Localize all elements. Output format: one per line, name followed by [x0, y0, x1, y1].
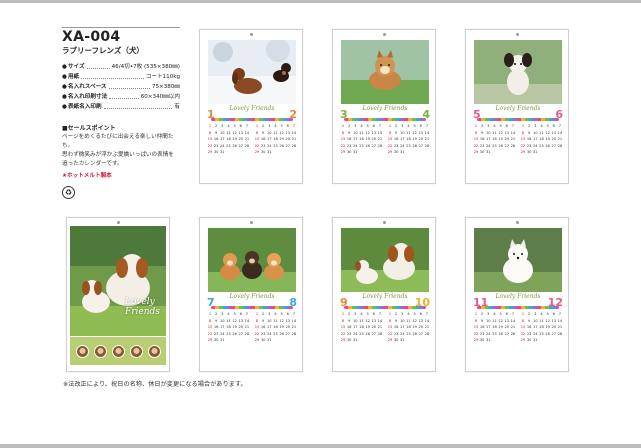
dog-photo: [208, 228, 296, 292]
thumbnail: [93, 344, 107, 358]
series-logo: Lovely Friends: [229, 293, 275, 300]
day-grid-right: 1 2 3 4 5 6 7 8 9 10 11 12 13 14 15 16 17 18 19 20 21 22 23 24 2…: [520, 124, 563, 154]
spec-list: ● サイズ 46/4切•7枚 (535×380㎜) ● 用紙 コート110kg ● 名入れ…: [62, 62, 180, 112]
day-grids: 1 2 3 4 5 6 7 8 9 10 11 12 13 14 15 16 17 18 19 20 21 22 23 24 2…: [340, 311, 430, 344]
month-calendar: Lovely Friends 9 10 1 2 3 4 5 6 7 8 9 10 11 12 13 14 1…: [340, 294, 430, 366]
calendar-page: Lovely Friends 1 2 1 2 3 4 5 6 7 8 9 10 11 12 13 14 15…: [199, 29, 303, 184]
hanging-hole: [382, 221, 386, 224]
product-info: XA-004 ラブリーフレンズ（犬） ● サイズ 46/4切•7枚 (535×380…: [62, 27, 180, 199]
hanging-hole: [515, 33, 519, 36]
eco-mark-icon: ♻: [62, 186, 75, 199]
calendar-page: Lovely Friends 9 10 1 2 3 4 5 6 7 8 9 10 11 12 13 14 1…: [332, 217, 436, 372]
hanging-hole: [382, 33, 386, 36]
day-grid-right: 1 2 3 4 5 6 7 8 9 10 11 12 13 14 15 16 17 18 19 20 21 22 23 24 2…: [387, 312, 430, 342]
month-right: 10: [414, 296, 430, 309]
cover-photo: [70, 226, 166, 336]
dog-photo: [474, 40, 562, 104]
decor-strip: [477, 118, 559, 121]
calendar-page: Lovely Friends 11 12 1 2 3 4 5 6 7 8 9 10 11 12 13 14…: [465, 217, 569, 372]
sales-text: ページをめくるたびに出会える楽しい仲間たち。 思わず微笑みが浮かぶ愛嬌いっぱいの…: [62, 133, 182, 169]
day-grid-left: 1 2 3 4 5 6 7 8 9 10 11 12 13 14 15 16 17 18 19 20 21 22 23 24 2…: [340, 312, 383, 342]
day-grids: 1 2 3 4 5 6 7 8 9 10 11 12 13 14 15 16 17 18 19 20 21 22 23 24 2…: [473, 311, 563, 344]
cover-title-line: Friends: [125, 307, 160, 317]
day-grid-left: 1 2 3 4 5 6 7 8 9 10 11 12 13 14 15 16 17 18 19 20 21 22 23 24 2…: [340, 124, 383, 154]
spec-cover-print: ● 表紙名入印刷有: [62, 104, 180, 110]
month-calendar: Lovely Friends 3 4 1 2 3 4 5 6 7 8 9 10 11 12 13 14 15…: [340, 106, 430, 178]
bottom-border: [0, 444, 641, 448]
month-calendar: Lovely Friends 7 8 1 2 3 4 5 6 7 8 9 10 11 12 13 14 15…: [207, 294, 297, 366]
day-grid-left: 1 2 3 4 5 6 7 8 9 10 11 12 13 14 15 16 17 18 19 20 21 22 23 24 2…: [473, 312, 516, 342]
spec-print-size: ● 名入れ印刷寸法 60×340㎜以内: [62, 94, 180, 100]
day-grid-right: 1 2 3 4 5 6 7 8 9 10 11 12 13 14 15 16 17 18 19 20 21 22 23 24 2…: [520, 312, 563, 342]
dog-photo: [341, 40, 429, 104]
month-left: 11: [473, 296, 489, 309]
cover-title: Lovely Friends: [125, 297, 160, 317]
thumbnail: [111, 344, 125, 358]
spec-paper: ● 用紙 コート110kg: [62, 74, 180, 80]
month-calendar: Lovely Friends 1 2 1 2 3 4 5 6 7 8 9 10 11 12 13 14 15…: [207, 106, 297, 178]
hanging-hole: [116, 221, 120, 224]
month-right: 4: [422, 108, 430, 121]
cover-title-line: Lovely: [125, 297, 155, 307]
series-logo: Lovely Friends: [495, 105, 541, 112]
day-grid-left: 1 2 3 4 5 6 7 8 9 10 11 12 13 14 15 16 17 18 19 20 21 22 23 24 2…: [473, 124, 516, 154]
spec-name-space: ● 名入れスペース 75×380㎜: [62, 84, 180, 90]
spec-size: ● サイズ 46/4切•7枚 (535×380㎜): [62, 64, 180, 70]
cover-thumbnails: [70, 337, 166, 365]
series-logo: Lovely Friends: [229, 105, 275, 112]
day-grid-right: 1 2 3 4 5 6 7 8 9 10 11 12 13 14 15 16 17 18 19 20 21 22 23 24 2…: [254, 312, 297, 342]
decor-strip: [211, 118, 293, 121]
month-left: 3: [340, 108, 348, 121]
decor-strip: [477, 306, 559, 309]
month-left: 7: [207, 296, 215, 309]
series-logo: Lovely Friends: [495, 293, 541, 300]
month-calendar: Lovely Friends 5 6 1 2 3 4 5 6 7 8 9 10 11 12 13 14 15…: [473, 106, 563, 178]
hanging-hole: [249, 33, 253, 36]
month-right: 12: [547, 296, 563, 309]
day-grids: 1 2 3 4 5 6 7 8 9 10 11 12 13 14 15 16 17 18 19 20 21 22 23 24 2…: [473, 123, 563, 156]
month-right: 2: [289, 108, 297, 121]
decor-strip: [344, 118, 426, 121]
day-grid-right: 1 2 3 4 5 6 7 8 9 10 11 12 13 14 15 16 17 18 19 20 21 22 23 24 2…: [387, 124, 430, 154]
thumbnail: [75, 344, 89, 358]
hanging-hole: [249, 221, 253, 224]
product-code: XA-004: [62, 29, 121, 45]
calendar-page: Lovely Friends 3 4 1 2 3 4 5 6 7 8 9 10 11 12 13 14 15…: [332, 29, 436, 184]
series-logo: Lovely Friends: [362, 105, 408, 112]
day-grids: 1 2 3 4 5 6 7 8 9 10 11 12 13 14 15 16 17 18 19 20 21 22 23 24 2…: [340, 123, 430, 156]
sales-line: 思わず微笑みが浮かぶ愛嬌いっぱいの表情を: [62, 152, 174, 158]
calendar-page: Lovely Friends 5 6 1 2 3 4 5 6 7 8 9 10 11 12 13 14 15…: [465, 29, 569, 184]
thumbnail: [147, 344, 161, 358]
divider: [62, 27, 180, 28]
hanging-hole: [515, 221, 519, 224]
series-logo: Lovely Friends: [362, 293, 408, 300]
month-left: 9: [340, 296, 348, 309]
thumbnail: [129, 344, 143, 358]
month-left: 5: [473, 108, 481, 121]
month-right: 6: [555, 108, 563, 121]
dog-photo: [208, 40, 296, 104]
sales-line: ページをめくるたびに出会える楽しい仲間たち。: [62, 134, 174, 149]
day-grid-left: 1 2 3 4 5 6 7 8 9 10 11 12 13 14 15 16 17 18 19 20 21 22 23 24 2…: [207, 124, 250, 154]
calendar-cover: Lovely Friends: [66, 217, 170, 372]
calendar-page: Lovely Friends 7 8 1 2 3 4 5 6 7 8 9 10 11 12 13 14 15…: [199, 217, 303, 372]
dog-photo: [341, 228, 429, 292]
day-grids: 1 2 3 4 5 6 7 8 9 10 11 12 13 14 15 16 17 18 19 20 21 22 23 24 2…: [207, 123, 297, 156]
decor-strip: [344, 306, 426, 309]
product-name: ラブリーフレンズ（犬）: [62, 46, 144, 55]
day-grids: 1 2 3 4 5 6 7 8 9 10 11 12 13 14 15 16 17 18 19 20 21 22 23 24 2…: [207, 311, 297, 344]
hotmelt-binding: ★ホットメルト製本: [62, 173, 112, 179]
month-calendar: Lovely Friends 11 12 1 2 3 4 5 6 7 8 9 10 11 12 13 14…: [473, 294, 563, 366]
month-right: 8: [289, 296, 297, 309]
day-grid-left: 1 2 3 4 5 6 7 8 9 10 11 12 13 14 15 16 17 18 19 20 21 22 23 24 2…: [207, 312, 250, 342]
sales-heading: ■セールスポイント: [62, 125, 116, 132]
dog-photo: [474, 228, 562, 292]
top-border: [0, 0, 641, 3]
footnote: ※法改正により、祝日の名称、休日が変更になる場合があります。: [63, 381, 247, 388]
month-left: 1: [207, 108, 215, 121]
decor-strip: [211, 306, 293, 309]
day-grid-right: 1 2 3 4 5 6 7 8 9 10 11 12 13 14 15 16 17 18 19 20 21 22 23 24 2…: [254, 124, 297, 154]
sales-line: 追ったカレンダーです。: [62, 161, 123, 167]
